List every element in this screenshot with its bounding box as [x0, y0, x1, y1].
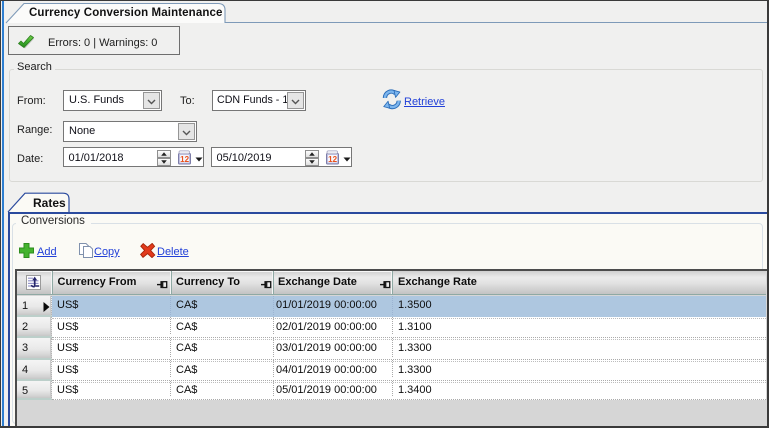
- svg-text:12: 12: [328, 155, 337, 164]
- svg-text:12: 12: [180, 155, 189, 164]
